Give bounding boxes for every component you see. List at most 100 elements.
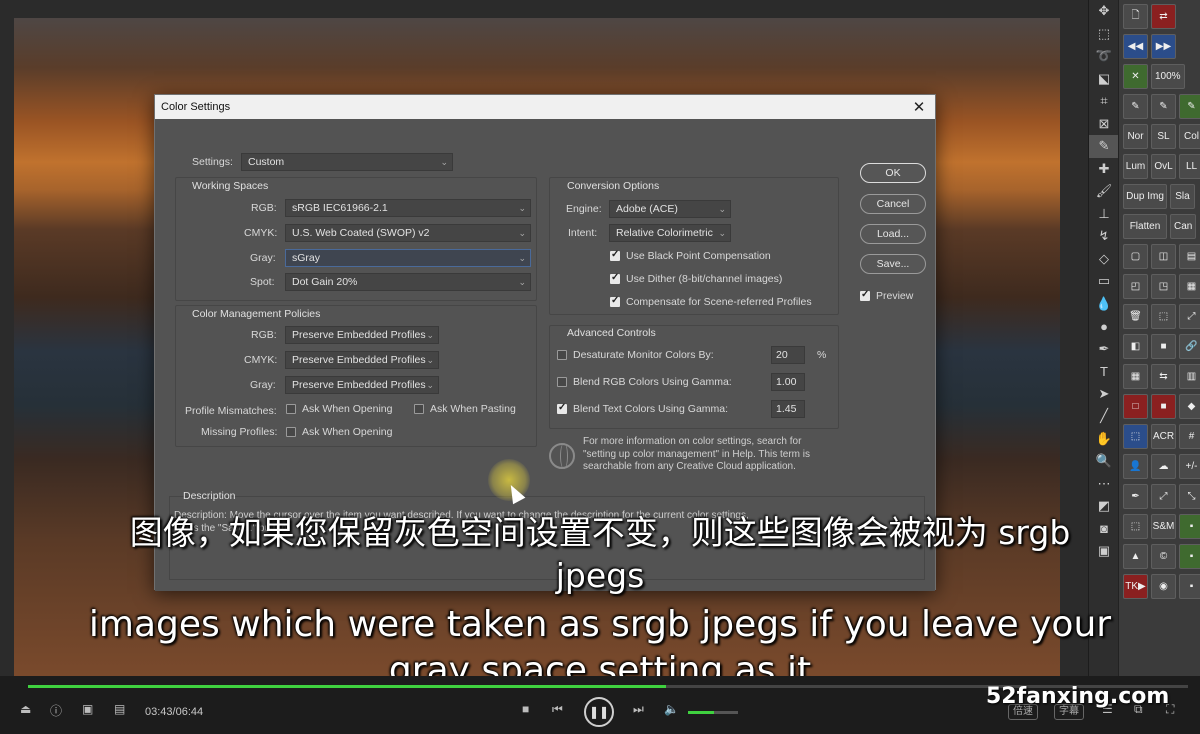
pol-gray-select[interactable]: Preserve Embedded Profiles ⌄: [285, 376, 439, 394]
gradient-tool-icon[interactable]: ▭: [1089, 270, 1119, 293]
ok-button[interactable]: OK: [860, 163, 926, 183]
history-brush-icon[interactable]: ↯: [1089, 225, 1119, 248]
ws-cmyk-select[interactable]: U.S. Web Coated (SWOP) v2 ⌄: [285, 224, 531, 242]
cancel-button[interactable]: Cancel: [860, 194, 926, 214]
blend-color-button[interactable]: Col: [1179, 124, 1200, 149]
blend-rgb-checkbox[interactable]: [557, 377, 567, 387]
volume-slider[interactable]: [688, 711, 738, 714]
brush-black-icon[interactable]: ✎: [1123, 94, 1148, 119]
stop-icon[interactable]: ■: [522, 702, 529, 716]
eject-icon[interactable]: ⏏: [20, 702, 31, 716]
dup-img-button[interactable]: Dup Img: [1123, 184, 1167, 209]
sidebar-icon[interactable]: ▥: [1179, 364, 1200, 389]
quick-select-tool-icon[interactable]: ⬕: [1089, 68, 1119, 91]
compensate-checkbox[interactable]: [610, 295, 620, 307]
select-icon[interactable]: ⬚: [1151, 304, 1176, 329]
eraser-tool-icon[interactable]: ◇: [1089, 248, 1119, 271]
blend-linearlight-button[interactable]: LL: [1179, 154, 1200, 179]
selection-box-icon[interactable]: ⬚: [1123, 424, 1148, 449]
marquee-tool-icon[interactable]: ⬚: [1089, 23, 1119, 46]
mask-icon[interactable]: ◧: [1123, 334, 1148, 359]
merge-icon[interactable]: ◰: [1123, 274, 1148, 299]
frame-tool-icon[interactable]: ⊠: [1089, 113, 1119, 136]
blend-text-checkbox[interactable]: [557, 402, 567, 414]
layer-copy-icon[interactable]: ▤: [1179, 244, 1200, 269]
volume-icon[interactable]: 🔈: [664, 702, 679, 716]
swap-icon[interactable]: ⇄: [1151, 4, 1176, 29]
screenshot-icon[interactable]: ▣: [82, 702, 93, 716]
mismatch-ask-pasting-checkbox[interactable]: [414, 404, 424, 414]
pol-cmyk-select[interactable]: Preserve Embedded Profiles ⌄: [285, 351, 439, 369]
portrait-icon[interactable]: 👤: [1123, 454, 1148, 479]
transform-icon[interactable]: ⤢: [1179, 304, 1200, 329]
grid-icon[interactable]: #: [1179, 424, 1200, 449]
mismatch-ask-opening-checkbox[interactable]: [286, 404, 296, 414]
blend-rgb-input[interactable]: 1.00: [771, 373, 805, 391]
intent-select[interactable]: Relative Colorimetric ⌄: [609, 224, 731, 242]
info-icon[interactable]: ⓘ: [50, 702, 62, 719]
close-icon[interactable]: ✕: [909, 98, 929, 116]
pen-tool-icon[interactable]: ✒: [1089, 338, 1119, 361]
desaturate-checkbox[interactable]: [557, 350, 567, 360]
bpc-checkbox[interactable]: [610, 249, 620, 261]
ws-spot-select[interactable]: Dot Gain 20% ⌄: [285, 273, 531, 291]
pause-button[interactable]: ❚❚: [584, 697, 614, 727]
blur-tool-icon[interactable]: 💧: [1089, 293, 1119, 316]
red-square-icon[interactable]: □: [1123, 394, 1148, 419]
engine-select[interactable]: Adobe (ACE) ⌄: [609, 200, 731, 218]
link-icon[interactable]: 🔗: [1179, 334, 1200, 359]
missing-ask-opening-checkbox[interactable]: [286, 427, 296, 437]
blend-text-input[interactable]: 1.45: [771, 400, 805, 418]
ws-gray-select[interactable]: sGray ⌄: [285, 249, 531, 267]
layer-icon[interactable]: ▢: [1123, 244, 1148, 269]
zoom-100-button[interactable]: 100%: [1151, 64, 1185, 89]
desaturate-input[interactable]: 20: [771, 346, 805, 364]
brush-tool-icon[interactable]: 🖌: [1089, 180, 1119, 203]
invert-icon[interactable]: ■: [1151, 334, 1176, 359]
layer-mask-icon[interactable]: ◫: [1151, 244, 1176, 269]
line-tool-icon[interactable]: ╱: [1089, 405, 1119, 428]
pol-rgb-select[interactable]: Preserve Embedded Profiles ⌄: [285, 326, 439, 344]
sla-button[interactable]: Sla: [1170, 184, 1195, 209]
dither-checkbox[interactable]: [610, 272, 620, 284]
forward-icon[interactable]: ▶▶: [1151, 34, 1176, 59]
blend-normal-button[interactable]: Nor: [1123, 124, 1148, 149]
new-doc-icon[interactable]: 🗋: [1123, 4, 1148, 29]
move-tool-icon[interactable]: ✥: [1089, 0, 1119, 23]
stack-icon[interactable]: ▦: [1179, 274, 1200, 299]
red-fill-icon[interactable]: ■: [1151, 394, 1176, 419]
subtitle-icon[interactable]: ▤: [114, 702, 125, 716]
trash-icon[interactable]: 🗑: [1123, 304, 1148, 329]
settings-select[interactable]: Custom ⌄: [241, 153, 453, 171]
stamp-tool-icon[interactable]: ⊥: [1089, 203, 1119, 226]
rewind-icon[interactable]: ◀◀: [1123, 34, 1148, 59]
dodge-tool-icon[interactable]: ●: [1089, 315, 1119, 338]
more-tools-icon[interactable]: ⋯: [1089, 473, 1119, 496]
path-select-icon[interactable]: ➤: [1089, 383, 1119, 406]
crop-tool-icon[interactable]: ⌗: [1089, 90, 1119, 113]
can-button[interactable]: Can: [1170, 214, 1197, 239]
load-button[interactable]: Load...: [860, 224, 926, 244]
preview-checkbox[interactable]: [860, 289, 870, 301]
exchange-icon[interactable]: ⇆: [1151, 364, 1176, 389]
eyedropper-tool-icon[interactable]: ✎: [1089, 135, 1119, 158]
save-button[interactable]: Save...: [860, 254, 926, 274]
calculator-icon[interactable]: ▦: [1123, 364, 1148, 389]
flatten-button[interactable]: Flatten: [1123, 214, 1167, 239]
type-tool-icon[interactable]: T: [1089, 360, 1119, 383]
blend-overlay-button[interactable]: OvL: [1151, 154, 1176, 179]
brush-green-icon[interactable]: ✎: [1179, 94, 1200, 119]
healing-tool-icon[interactable]: ✚: [1089, 158, 1119, 181]
group-icon[interactable]: ◳: [1151, 274, 1176, 299]
weather-icon[interactable]: ☁: [1151, 454, 1176, 479]
plus-minus-button[interactable]: +/-: [1179, 454, 1200, 479]
zoom-tool-icon[interactable]: 🔍: [1089, 450, 1119, 473]
lasso-tool-icon[interactable]: ➰: [1089, 45, 1119, 68]
next-icon[interactable]: ⏭: [633, 702, 644, 717]
hand-tool-icon[interactable]: ✋: [1089, 428, 1119, 451]
blend-luminosity-button[interactable]: Lum: [1123, 154, 1148, 179]
cube-icon[interactable]: ◆: [1179, 394, 1200, 419]
blend-softlight-button[interactable]: SL: [1151, 124, 1176, 149]
previous-icon[interactable]: ⏮: [552, 702, 563, 717]
ws-rgb-select[interactable]: sRGB IEC61966-2.1 ⌄: [285, 199, 531, 217]
